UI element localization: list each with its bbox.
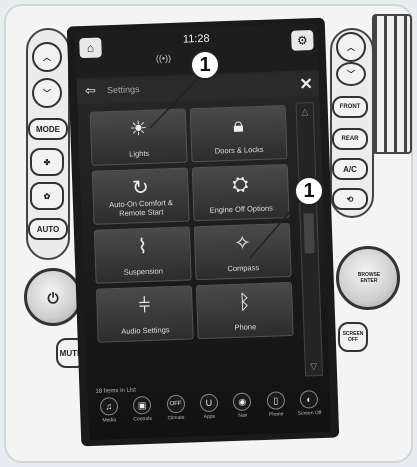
callout-marker: 1 [294, 176, 324, 206]
callout-marker: 1 [190, 50, 220, 80]
